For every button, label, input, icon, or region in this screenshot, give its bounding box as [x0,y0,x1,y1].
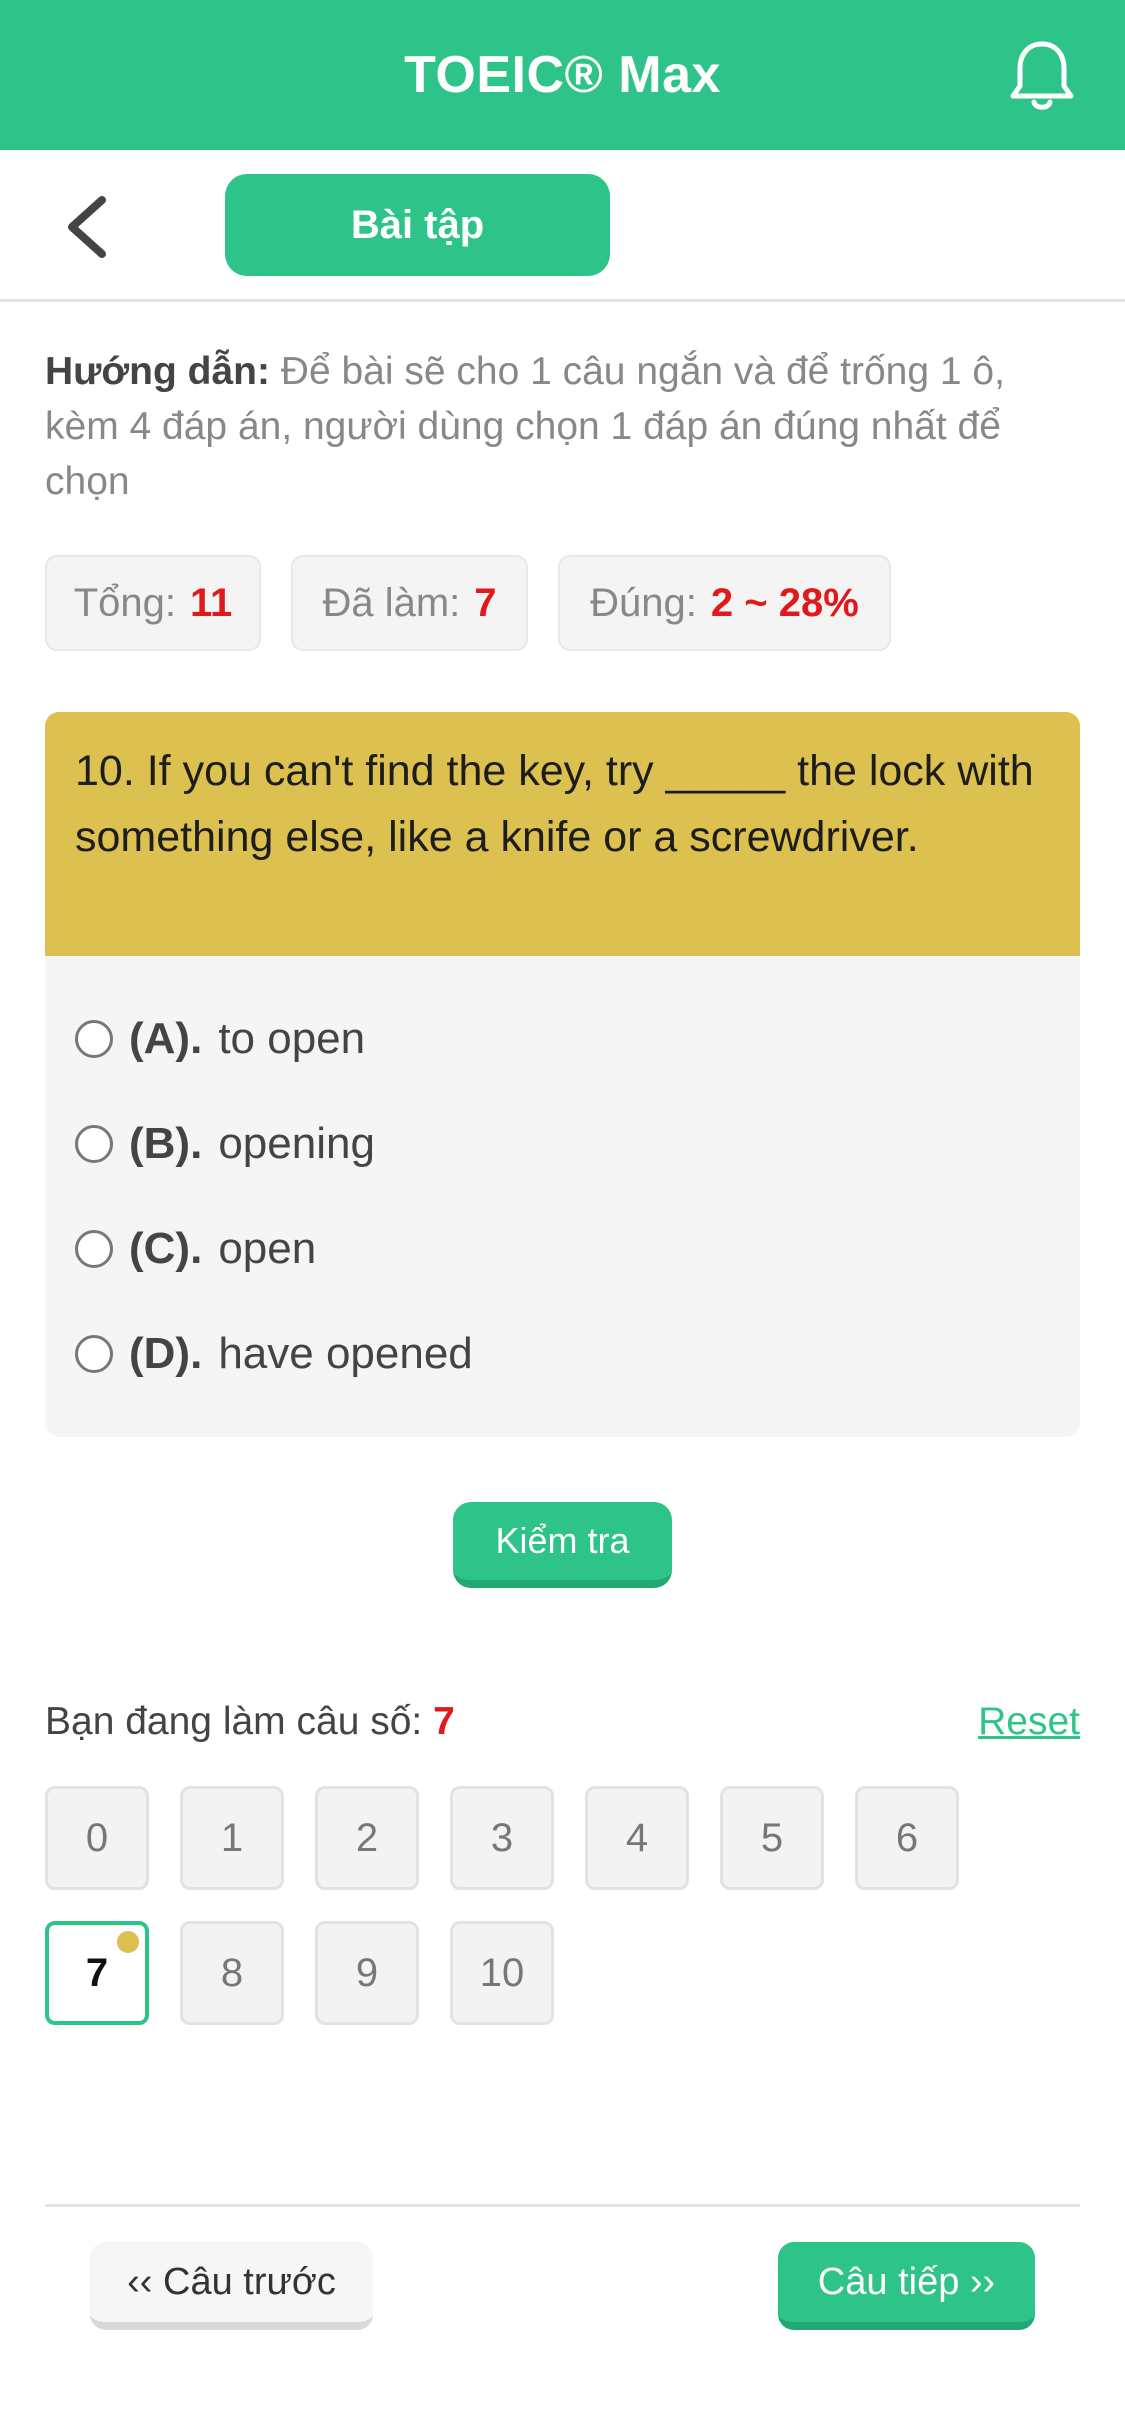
divider [45,2204,1080,2207]
stat-done-label: Đã làm: [322,580,461,625]
reset-link[interactable]: Reset [978,1700,1080,1744]
check-button[interactable]: Kiểm tra [453,1502,672,1588]
option-a[interactable]: (A). to open [75,1004,365,1074]
stat-total-label: Tổng: [73,580,176,625]
sub-toolbar: Bài tập [0,150,1125,302]
stat-done: Đã làm: 7 [291,555,528,651]
current-marker-dot [117,1931,139,1953]
stat-total-value: 11 [190,580,233,625]
question-card: 10. If you can't find the key, try _____… [45,712,1080,1437]
option-d[interactable]: (D). have opened [75,1319,473,1389]
option-c[interactable]: (C). open [75,1214,316,1284]
question-number-button[interactable]: 10 [450,1921,554,2025]
radio-button[interactable] [75,1020,113,1058]
stat-done-value: 7 [474,580,497,625]
instructions-label: Hướng dẫn: [45,350,270,393]
option-text: have opened [218,1329,473,1378]
tab-exercise[interactable]: Bài tập [225,174,610,276]
option-text: opening [218,1119,375,1168]
bell-icon[interactable] [1007,38,1077,114]
option-label: (D). [129,1329,203,1378]
app-title: TOEIC® Max [404,46,721,104]
current-question-indicator: Bạn đang làm câu số: 7 [45,1700,455,1744]
question-number-button[interactable]: 2 [315,1786,419,1890]
next-question-button[interactable]: Câu tiếp ›› [778,2242,1035,2330]
instructions: Hướng dẫn: Để bài sẽ cho 1 câu ngắn và đ… [45,344,1085,509]
radio-button[interactable] [75,1125,113,1163]
current-question-label: Bạn đang làm câu số: [45,1700,423,1743]
stat-correct: Đúng: 2 ~ 28% [558,555,891,651]
stat-correct-value: 2 ~ 28% [710,580,859,625]
question-number-label: 7 [85,1950,109,1995]
question-number-button[interactable]: 1 [180,1786,284,1890]
option-label: (A). [129,1014,203,1063]
question-text: 10. If you can't find the key, try _____… [45,712,1080,956]
current-question-value: 7 [433,1700,455,1743]
question-number-button[interactable]: 8 [180,1921,284,2025]
question-number-button[interactable]: 9 [315,1921,419,2025]
question-number-button[interactable]: 0 [45,1786,149,1890]
app-header: TOEIC® Max [0,0,1125,150]
option-text: to open [218,1014,366,1063]
question-number-button[interactable]: 6 [855,1786,959,1890]
question-number-button[interactable]: 3 [450,1786,554,1890]
chevron-left-icon[interactable] [58,192,118,262]
option-b[interactable]: (B). opening [75,1109,375,1179]
option-label: (B). [129,1119,203,1168]
previous-question-button[interactable]: ‹‹ Câu trước [90,2242,373,2330]
stat-total: Tổng: 11 [45,555,261,651]
question-number-button[interactable]: 4 [585,1786,689,1890]
option-text: open [218,1224,317,1273]
question-number-button-active[interactable]: 7 [45,1921,149,2025]
radio-button[interactable] [75,1335,113,1373]
radio-button[interactable] [75,1230,113,1268]
stat-correct-label: Đúng: [590,580,697,625]
option-label: (C). [129,1224,203,1273]
question-number-button[interactable]: 5 [720,1786,824,1890]
